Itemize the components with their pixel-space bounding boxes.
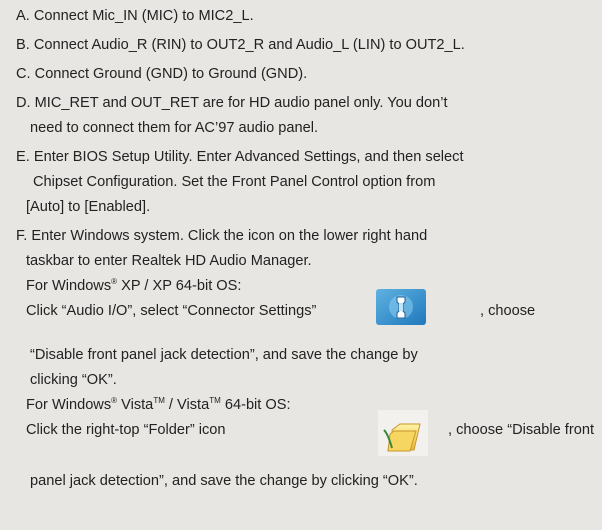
xp-line2: “Disable front panel jack detection”, an… xyxy=(30,347,418,363)
xp-line1-a: Click “Audio I/O”, select “Connector Set… xyxy=(26,303,317,319)
trademark-mark: TM xyxy=(153,396,165,406)
vista-heading: For Windows® VistaTM / VistaTM 64-bit OS… xyxy=(26,396,291,414)
xp-heading-text: For Windows xyxy=(26,278,112,294)
step-f-line1: F. Enter Windows system. Click the icon … xyxy=(16,228,428,244)
folder-icon xyxy=(378,410,428,456)
vista-line1-a: Click the right-top “Folder” icon xyxy=(26,422,226,438)
vista-heading-suffix: 64-bit OS: xyxy=(220,397,291,413)
step-b: B. Connect Audio_R (RIN) to OUT2_R and A… xyxy=(16,37,465,53)
xp-heading: For Windows® XP / XP 64-bit OS: xyxy=(26,277,241,295)
step-c: C. Connect Ground (GND) to Ground (GND). xyxy=(16,66,308,82)
vista-heading-vista2: / Vista xyxy=(164,397,210,413)
vista-heading-vista: Vista xyxy=(117,397,154,413)
step-e-line2: Chipset Configuration. Set the Front Pan… xyxy=(33,174,436,190)
step-d-line2: need to connect them for AC’97 audio pan… xyxy=(30,120,319,136)
xp-line3: clicking “OK”. xyxy=(30,372,117,388)
step-e-line3: [Auto] to [Enabled]. xyxy=(26,199,151,215)
vista-heading-text: For Windows xyxy=(26,397,112,413)
step-d-line1: D. MIC_RET and OUT_RET are for HD audio … xyxy=(16,95,448,111)
vista-line2: panel jack detection”, and save the chan… xyxy=(30,473,418,489)
step-a: A. Connect Mic_IN (MIC) to MIC2_L. xyxy=(16,8,254,24)
xp-heading-suffix: XP / XP 64-bit OS: xyxy=(117,278,242,294)
step-f-line2: taskbar to enter Realtek HD Audio Manage… xyxy=(26,253,312,269)
connector-settings-icon xyxy=(376,289,426,325)
xp-line1-b: , choose xyxy=(480,303,536,319)
vista-line1-b: , choose “Disable front xyxy=(448,422,595,438)
step-e-line1: E. Enter BIOS Setup Utility. Enter Advan… xyxy=(16,149,464,165)
trademark-mark: TM xyxy=(209,396,221,406)
